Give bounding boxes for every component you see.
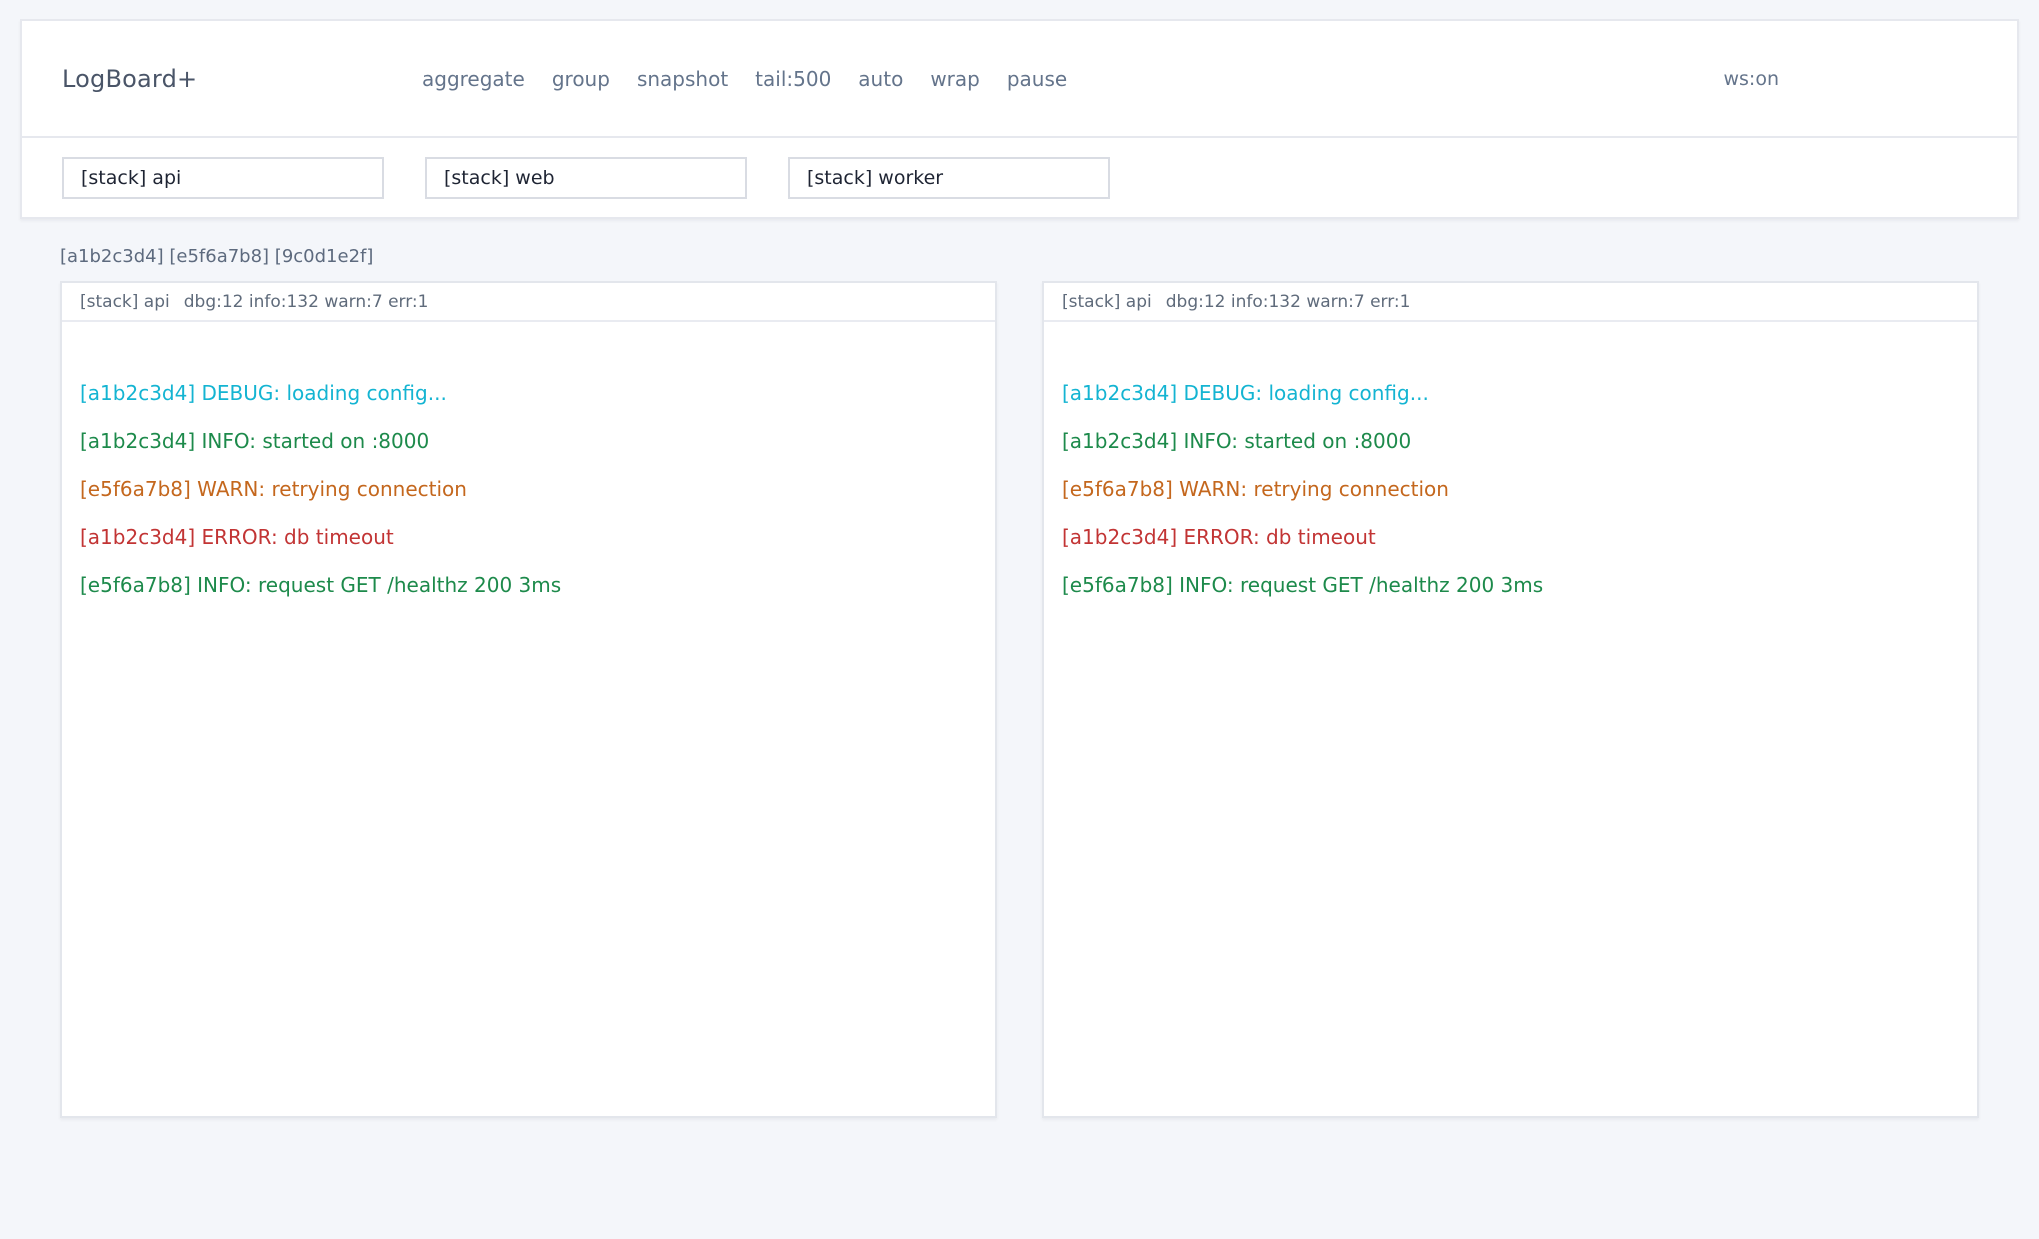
log-panel-right: [stack] api dbg:12 info:132 warn:7 err:1… <box>1042 281 1979 1118</box>
topbar-main-row: LogBoard+ aggregate group snapshot tail:… <box>22 21 2017 136</box>
log-line: [e5f6a7b8] WARN: retrying connection <box>80 476 977 502</box>
log-panel-body: [a1b2c3d4] DEBUG: loading config... [a1b… <box>62 322 995 1116</box>
log-line: [a1b2c3d4] INFO: started on :8000 <box>1062 428 1959 454</box>
log-panel-body: [a1b2c3d4] DEBUG: loading config... [a1b… <box>1044 322 1977 1116</box>
topbar: LogBoard+ aggregate group snapshot tail:… <box>20 19 2019 219</box>
log-line: [a1b2c3d4] INFO: started on :8000 <box>80 428 977 454</box>
toolbar-item-group[interactable]: group <box>552 67 610 91</box>
log-line: [e5f6a7b8] INFO: request GET /healthz 20… <box>1062 572 1959 598</box>
panel-title: [stack] api <box>80 292 170 312</box>
log-panel-header: [stack] api dbg:12 info:132 warn:7 err:1 <box>62 283 995 322</box>
log-line: [e5f6a7b8] WARN: retrying connection <box>1062 476 1959 502</box>
log-line: [a1b2c3d4] DEBUG: loading config... <box>1062 380 1959 406</box>
log-panel-header: [stack] api dbg:12 info:132 warn:7 err:1 <box>1044 283 1977 322</box>
log-line: [e5f6a7b8] INFO: request GET /healthz 20… <box>80 572 977 598</box>
panel-stats: dbg:12 info:132 warn:7 err:1 <box>184 292 429 312</box>
trace-ids: [a1b2c3d4] [e5f6a7b8] [9c0d1e2f] <box>60 246 1979 267</box>
log-panels: [stack] api dbg:12 info:132 warn:7 err:1… <box>60 281 1979 1118</box>
toolbar-item-snapshot[interactable]: snapshot <box>637 67 728 91</box>
app-title: LogBoard+ <box>62 65 422 93</box>
toolbar-item-aggregate[interactable]: aggregate <box>422 67 525 91</box>
filter-input-api[interactable] <box>62 157 384 199</box>
toolbar-item-pause[interactable]: pause <box>1007 67 1067 91</box>
ws-status-badge: ws:on <box>1723 68 1779 90</box>
panel-stats: dbg:12 info:132 warn:7 err:1 <box>1166 292 1411 312</box>
toolbar-item-wrap[interactable]: wrap <box>930 67 980 91</box>
log-line: [a1b2c3d4] DEBUG: loading config... <box>80 380 977 406</box>
log-line: [a1b2c3d4] ERROR: db timeout <box>1062 524 1959 550</box>
filter-bar <box>22 136 2017 217</box>
filter-input-web[interactable] <box>425 157 747 199</box>
toolbar-item-tail[interactable]: tail:500 <box>755 67 831 91</box>
panel-title: [stack] api <box>1062 292 1152 312</box>
toolbar: aggregate group snapshot tail:500 auto w… <box>422 67 1067 91</box>
toolbar-item-auto[interactable]: auto <box>858 67 903 91</box>
log-line: [a1b2c3d4] ERROR: db timeout <box>80 524 977 550</box>
filter-input-worker[interactable] <box>788 157 1110 199</box>
log-panel-left: [stack] api dbg:12 info:132 warn:7 err:1… <box>60 281 997 1118</box>
